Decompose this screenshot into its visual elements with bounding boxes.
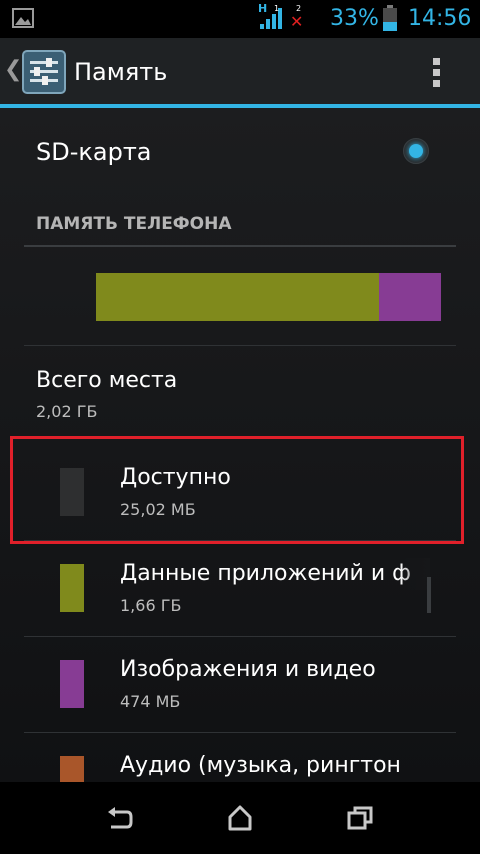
home-button[interactable] — [200, 796, 280, 840]
section-divider — [24, 245, 456, 247]
status-bar: H 1 2 ✕ 33% 14:56 — [0, 0, 480, 38]
recents-icon — [347, 806, 373, 830]
network-type-label: H — [258, 2, 268, 15]
page-title: Память — [74, 58, 168, 86]
battery-icon — [383, 5, 397, 31]
home-icon — [228, 805, 252, 831]
usage-segment-app-data — [96, 273, 379, 321]
recents-button[interactable] — [320, 796, 400, 840]
category-title: Изображения и видео — [120, 657, 376, 682]
gallery-notification-icon — [12, 8, 34, 28]
category-value: 1,66 ГБ — [120, 596, 182, 615]
color-swatch — [60, 660, 84, 708]
back-icon — [108, 807, 133, 829]
storage-category-available[interactable]: Доступно 25,02 МБ — [0, 442, 480, 538]
color-swatch — [60, 468, 84, 516]
text-fade — [400, 558, 430, 590]
section-header-phone-memory: ПАМЯТЬ ТЕЛЕФОНА — [36, 214, 232, 234]
color-swatch — [60, 756, 84, 782]
radio-selected-dot — [409, 144, 423, 158]
color-swatch — [60, 564, 84, 612]
action-bar: ❮ Память — [0, 38, 480, 104]
clock: 14:56 — [408, 6, 472, 31]
sim1-label: 1 — [274, 4, 280, 13]
back-button[interactable] — [80, 796, 160, 840]
battery-percent: 33% — [330, 6, 379, 31]
storage-category-audio[interactable]: Аудио (музыка, рингтон — [0, 730, 480, 782]
category-title: Данные приложений и ф — [120, 561, 411, 586]
sd-card-option[interactable]: SD-карта — [0, 108, 480, 198]
category-title: Аудио (музыка, рингтон — [120, 753, 401, 778]
row-divider — [24, 345, 456, 346]
sd-card-radio[interactable] — [403, 138, 429, 164]
total-space-value: 2,02 ГБ — [36, 402, 98, 421]
storage-category-images-video[interactable]: Изображения и видео 474 МБ — [0, 634, 480, 730]
sd-card-label: SD-карта — [36, 138, 152, 166]
category-title: Доступно — [120, 465, 231, 490]
navigation-bar — [0, 782, 480, 854]
usage-segment-images-video — [378, 273, 441, 321]
settings-sliders-icon[interactable] — [22, 50, 66, 94]
scroll-indicator[interactable] — [427, 577, 431, 613]
storage-category-app-data[interactable]: Данные приложений и ф 1,66 ГБ — [0, 538, 480, 634]
overflow-menu-icon[interactable] — [426, 52, 448, 92]
storage-content: SD-карта ПАМЯТЬ ТЕЛЕФОНА Всего места 2,0… — [0, 108, 480, 782]
storage-usage-bar — [96, 273, 441, 321]
category-value: 474 МБ — [120, 692, 181, 711]
total-space-title: Всего места — [36, 368, 178, 393]
no-signal-icon: ✕ — [290, 12, 304, 31]
category-value: 25,02 МБ — [120, 500, 196, 519]
chevron-left-icon[interactable]: ❮ — [4, 58, 22, 82]
